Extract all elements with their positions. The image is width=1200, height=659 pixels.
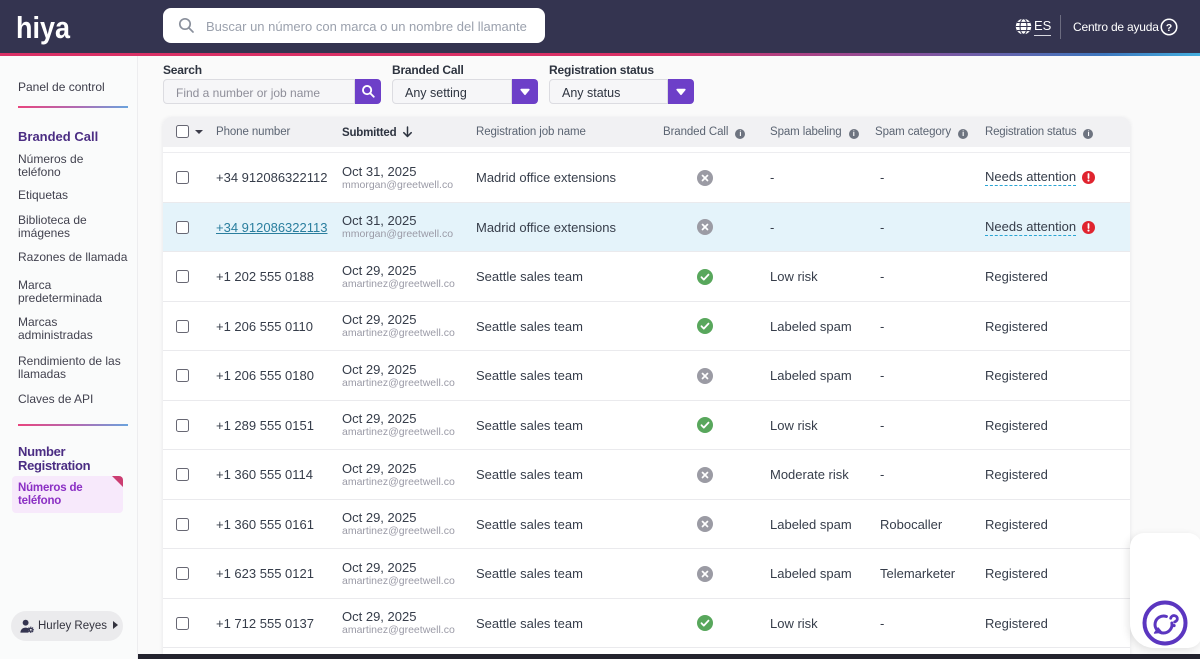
- svg-text:?: ?: [1166, 22, 1172, 33]
